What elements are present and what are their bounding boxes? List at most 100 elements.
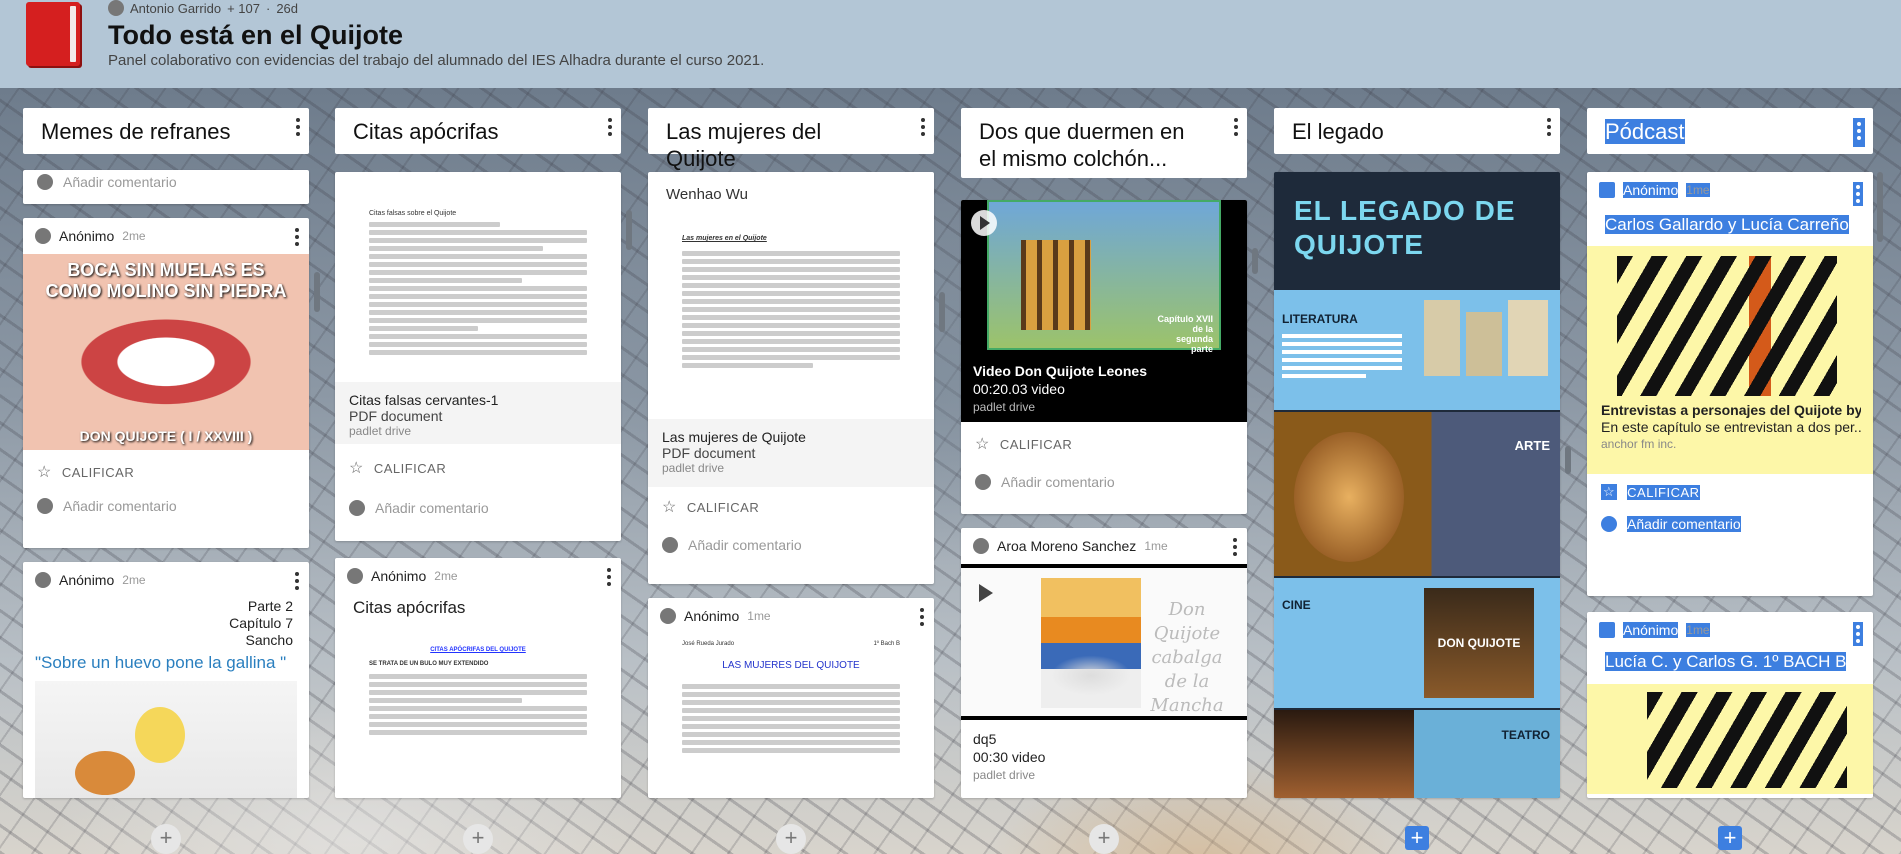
- avatar: [347, 568, 363, 584]
- add-post-button[interactable]: +: [1405, 826, 1429, 850]
- play-icon[interactable]: [979, 584, 993, 602]
- column-memes: Memes de refranes: [23, 108, 309, 154]
- avatar: [1599, 182, 1615, 198]
- add-comment[interactable]: Añadir comentario: [23, 490, 309, 522]
- legacy-banner: EL LEGADO DE QUIJOTE: [1294, 195, 1516, 260]
- post-time: 2me: [434, 569, 458, 583]
- post-time: 1me: [747, 609, 771, 623]
- add-comment-link[interactable]: Añadir comentario: [63, 174, 177, 190]
- video-preview[interactable]: Capítulo XVII de la segunda parte Video …: [961, 200, 1247, 422]
- rate-button[interactable]: ☆ CALIFICAR: [961, 422, 1247, 462]
- podcast-link[interactable]: [1587, 684, 1873, 794]
- post-menu-icon[interactable]: [295, 228, 299, 249]
- rate-button[interactable]: ☆ CALIFICAR: [648, 487, 934, 525]
- padlet-header: Antonio Garrido + 107 · 26d Todo está en…: [0, 0, 1901, 88]
- avatar: [37, 498, 53, 514]
- chick-image: [35, 681, 297, 798]
- post-menu-icon[interactable]: [1853, 622, 1863, 646]
- post-author: Aroa Moreno Sanchez: [997, 538, 1137, 554]
- quote-text: "Sobre un huevo pone la gallina ": [35, 653, 287, 672]
- avatar: [37, 174, 53, 190]
- post-card[interactable]: Anónimo 2me Parte 2 Capítulo 7 Sancho "So…: [23, 562, 309, 798]
- post-menu-icon[interactable]: [1853, 182, 1863, 206]
- column-scrollbar[interactable]: [1252, 248, 1258, 274]
- podcast-link[interactable]: Entrevistas a personajes del Quijote by …: [1587, 246, 1873, 474]
- avatar: [1601, 516, 1617, 532]
- avatar: [660, 608, 676, 624]
- star-icon: ☆: [975, 436, 990, 453]
- column-scrollbar[interactable]: [1877, 172, 1883, 242]
- post-age: 26d: [276, 0, 299, 16]
- add-post-button[interactable]: +: [1089, 824, 1119, 854]
- post-card[interactable]: Capítulo XVII de la segunda parte Video …: [961, 200, 1247, 514]
- column-menu-icon[interactable]: [1546, 118, 1552, 139]
- post-menu-icon[interactable]: [920, 608, 924, 629]
- post-heading: Carlos Gallardo y Lucía Carreño: [1605, 215, 1849, 234]
- column-legado: El legado: [1274, 108, 1560, 154]
- column-title: Citas apócrifas: [335, 108, 621, 154]
- avatar: [349, 500, 365, 516]
- legacy-teatro: TEATRO: [1274, 710, 1560, 798]
- play-icon[interactable]: [971, 210, 997, 236]
- post-menu-icon[interactable]: [1233, 538, 1237, 559]
- card-comment-stub: Añadir comentario: [23, 170, 309, 204]
- post-card[interactable]: Wenhao Wu Las mujeres en el Quijote Las …: [648, 172, 934, 584]
- column-scrollbar[interactable]: [626, 210, 632, 250]
- column-mujeres: Las mujeres del Quijote: [648, 108, 934, 171]
- column-scrollbar[interactable]: [939, 292, 945, 332]
- add-post-button[interactable]: +: [1718, 826, 1742, 850]
- add-comment[interactable]: Añadir comentario: [961, 462, 1247, 498]
- column-menu-icon[interactable]: [295, 118, 301, 139]
- add-comment[interactable]: Añadir comentario: [1587, 508, 1873, 540]
- post-menu-icon[interactable]: [607, 568, 611, 589]
- author-name[interactable]: Antonio Garrido: [130, 1, 221, 16]
- rate-button[interactable]: ☆ CALIFICAR: [335, 444, 621, 486]
- star-icon: ☆: [1601, 484, 1618, 500]
- column-title: Dos que duermen en el mismo colchón...: [961, 108, 1247, 178]
- pdf-preview: Las mujeres en el Quijote: [648, 217, 934, 439]
- post-heading: Lucía C. y Carlos G. 1º BACH B: [1605, 652, 1847, 671]
- column-menu-icon[interactable]: [920, 118, 926, 139]
- post-menu-icon[interactable]: [295, 572, 299, 593]
- star-icon: ☆: [662, 499, 677, 516]
- column-dos-que-duermen: Dos que duermen en el mismo colchón...: [961, 108, 1247, 178]
- book-icon: [26, 2, 80, 66]
- file-name: Citas falsas cervantes-1: [349, 392, 499, 408]
- post-author: Anónimo: [59, 228, 115, 244]
- column-menu-icon[interactable]: [1233, 118, 1239, 139]
- add-comment[interactable]: Añadir comentario: [335, 486, 621, 524]
- post-author: Anónimo: [371, 568, 427, 584]
- post-time: 1me: [1144, 539, 1168, 553]
- post-author: Anónimo: [1623, 622, 1679, 638]
- author-line: Antonio Garrido + 107 · 26d: [108, 0, 298, 16]
- post-card[interactable]: Anónimo 2me BOCA SIN MUELAS ES COMO MOLIN…: [23, 218, 309, 548]
- post-card[interactable]: Anónimo 2me Citas apócrifas CITAS APÓCRIF…: [335, 558, 621, 798]
- add-comment[interactable]: Añadir comentario: [648, 525, 934, 561]
- add-post-button[interactable]: +: [463, 824, 493, 854]
- column-title: Memes de refranes: [23, 108, 309, 154]
- rate-button[interactable]: ☆ CALIFICAR: [1587, 474, 1873, 508]
- column-scrollbar[interactable]: [314, 272, 320, 312]
- column-menu-icon[interactable]: [607, 118, 613, 139]
- column-menu-icon[interactable]: [1853, 118, 1865, 147]
- avatar[interactable]: [108, 0, 124, 16]
- post-card[interactable]: EL LEGADO DE QUIJOTE LITERATURA ARTE CIN…: [1274, 172, 1560, 798]
- post-card[interactable]: Aroa Moreno Sanchez 1me Don Quijote cabal…: [961, 528, 1247, 798]
- post-card[interactable]: Citas falsas sobre el Quijote Citas fals…: [335, 172, 621, 541]
- column-podcast: Pódcast: [1587, 108, 1873, 154]
- post-card[interactable]: Anónimo 1me Lucía C. y Carlos G. 1º BACH …: [1587, 612, 1873, 798]
- file-name: Las mujeres de Quijote: [662, 429, 806, 445]
- post-card[interactable]: Anónimo 1me José Rueda Jurado 1º Bach B LA…: [648, 598, 934, 798]
- pdf-preview: CITAS APÓCRIFAS DEL QUIJOTE SE TRATA DE …: [335, 622, 621, 762]
- rate-button[interactable]: ☆ CALIFICAR: [23, 450, 309, 490]
- post-author: Anónimo: [59, 572, 115, 588]
- post-card[interactable]: Anónimo 1me Carlos Gallardo y Lucía Carre…: [1587, 172, 1873, 596]
- add-post-button[interactable]: +: [151, 824, 181, 854]
- video-preview[interactable]: Don Quijote cabalga de la Mancha: [961, 564, 1247, 720]
- add-post-button[interactable]: +: [776, 824, 806, 854]
- pdf-preview: Citas falsas sobre el Quijote: [335, 172, 621, 382]
- column-scrollbar[interactable]: [1565, 446, 1571, 474]
- avatar: [1599, 622, 1615, 638]
- post-author: Wenhao Wu: [666, 186, 748, 203]
- avatar: [662, 537, 678, 553]
